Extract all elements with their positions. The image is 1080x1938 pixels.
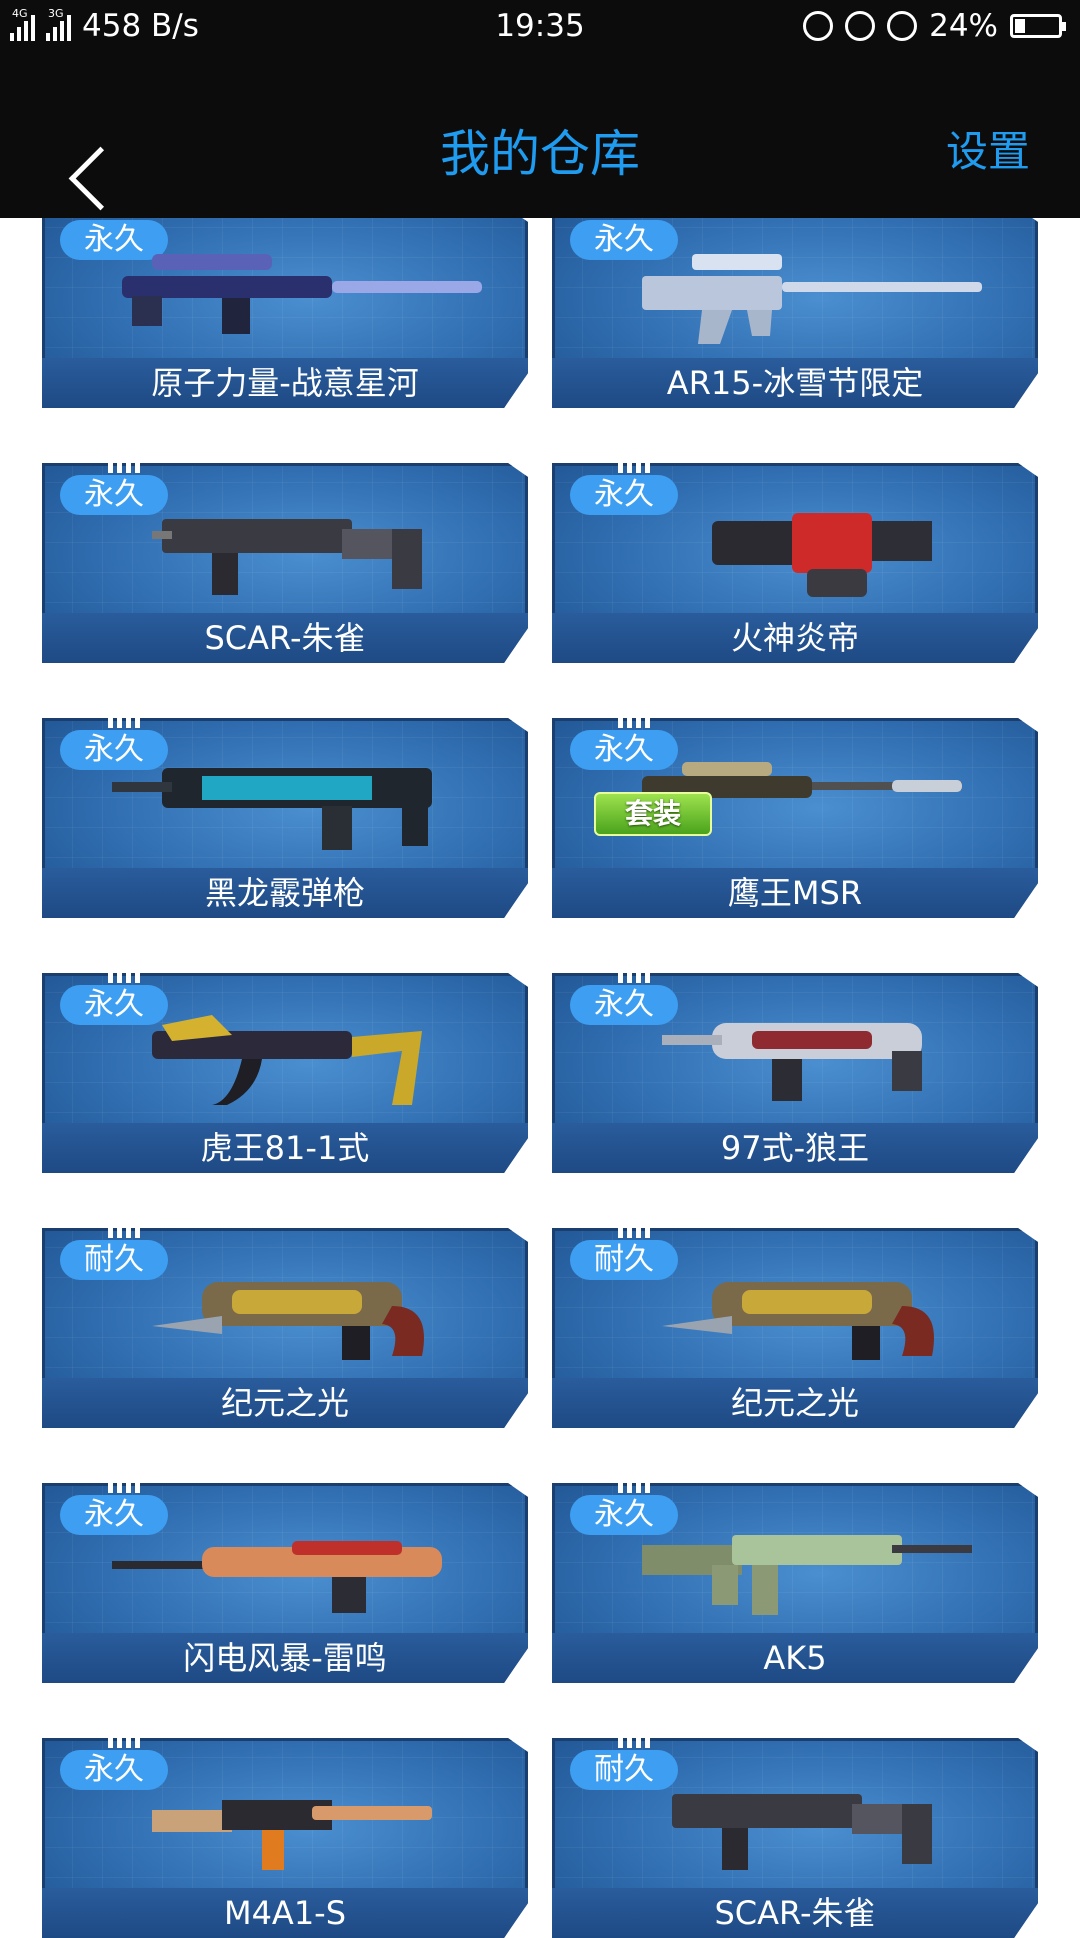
card-ticks [108,973,142,983]
rotation-lock-icon [845,11,876,41]
card-ticks [618,463,652,473]
top-bar: 4G 3G 458 B/s 19:35 24% 我的仓库 设置 [0,0,1080,218]
weapon-image [152,1282,424,1360]
warehouse-item[interactable]: 永久 虎王81-1式 [42,973,528,1173]
card-ticks [618,973,652,983]
item-name: 虎王81-1式 [42,1123,528,1173]
item-name: 黑龙霰弹枪 [42,868,528,918]
card-ticks [108,463,142,473]
warehouse-item[interactable]: 耐久 纪元之光 [42,1228,528,1428]
status-right: 24% [803,8,1066,44]
page-header: 我的仓库 设置 [0,56,1080,218]
item-name: 鹰王MSR [552,868,1038,918]
item-name: 闪电风暴-雷鸣 [42,1633,528,1683]
alarm-icon [887,11,918,41]
warehouse-item[interactable]: 永久 AK5 [552,1483,1038,1683]
card-ticks [618,1483,652,1493]
card-ticks [108,1228,142,1238]
battery-icon [1010,14,1066,38]
weapon-image [642,254,982,344]
warehouse-item[interactable]: 永久 SCAR-朱雀 [42,463,528,663]
weapon-image [662,1023,922,1101]
item-name: AR15-冰雪节限定 [552,358,1038,408]
warehouse-item[interactable]: 永久 闪电风暴-雷鸣 [42,1483,528,1683]
item-name: 97式-狼王 [552,1123,1038,1173]
warehouse-item[interactable]: 永久 黑龙霰弹枪 [42,718,528,918]
card-ticks [108,1738,142,1748]
set-tag: 套装 [594,792,712,836]
weapon-image [112,768,432,850]
battery-percent: 24% [929,8,998,44]
item-name: SCAR-朱雀 [42,613,528,663]
status-bar: 4G 3G 458 B/s 19:35 24% [0,0,1080,56]
card-ticks [108,718,142,728]
warehouse-item[interactable]: 永久 套装 鹰王MSR [552,718,1038,918]
weapon-image [152,1800,432,1870]
page-title: 我的仓库 [440,125,640,183]
battery-level [1015,19,1025,33]
weapon-image [152,519,422,595]
mute-icon [803,11,834,41]
item-name: 纪元之光 [552,1378,1038,1428]
weapon-image [712,513,932,597]
warehouse-item[interactable]: 永久 97式-狼王 [552,973,1038,1173]
item-name: 纪元之光 [42,1378,528,1428]
weapon-image [112,1541,442,1613]
weapon-image [642,1535,972,1615]
item-name: SCAR-朱雀 [552,1888,1038,1938]
item-name: AK5 [552,1633,1038,1683]
warehouse-item[interactable]: 永久 火神炎帝 [552,463,1038,663]
warehouse-item[interactable]: 永久 原子力量-战意星河 [42,208,528,408]
settings-button[interactable]: 设置 [946,118,1030,179]
item-name: 火神炎帝 [552,613,1038,663]
item-name: M4A1-S [42,1888,528,1938]
card-ticks [618,1228,652,1238]
weapon-image [672,1794,932,1870]
weapon-image [662,1282,934,1360]
card-ticks [618,718,652,728]
weapon-image [122,254,482,334]
warehouse-item[interactable]: 永久 AR15-冰雪节限定 [552,208,1038,408]
weapon-image [152,1015,422,1105]
warehouse-item[interactable]: 耐久 纪元之光 [552,1228,1038,1428]
card-ticks [108,1483,142,1493]
item-name: 原子力量-战意星河 [42,358,528,408]
warehouse-grid: 永久 原子力量-战意星河 永久 AR15-冰雪节限定 永久 SCAR-朱雀 永久… [0,0,1080,1938]
warehouse-item[interactable]: 耐久 SCAR-朱雀 [552,1738,1038,1938]
warehouse-item[interactable]: 永久 M4A1-S [42,1738,528,1938]
card-ticks [618,1738,652,1748]
